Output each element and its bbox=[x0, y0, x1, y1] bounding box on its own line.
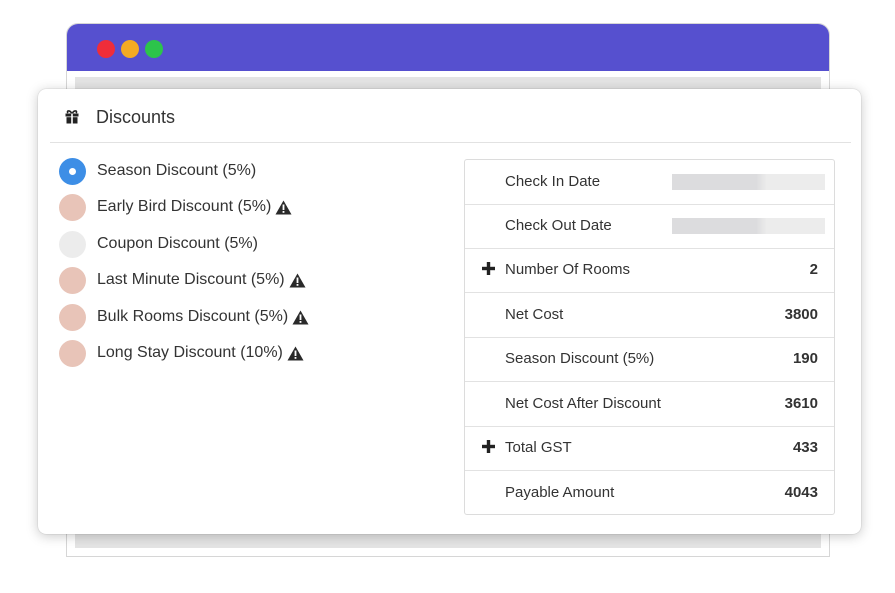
discount-option-bulk-rooms[interactable]: Bulk Rooms Discount (5%) bbox=[59, 303, 309, 331]
summary-value: 3610 bbox=[784, 395, 818, 412]
discount-option-label: Bulk Rooms Discount (5%) bbox=[97, 308, 289, 325]
summary-row-total-gst[interactable]: Total GST 433 bbox=[465, 426, 834, 471]
summary-label: Check Out Date bbox=[505, 217, 612, 234]
summary-label: Number Of Rooms bbox=[505, 261, 631, 278]
gift-icon bbox=[65, 110, 79, 124]
minimize-window-button[interactable] bbox=[121, 40, 139, 58]
warning-icon bbox=[292, 310, 309, 324]
radio-unavailable[interactable] bbox=[59, 339, 86, 367]
summary-row-payable-amount: Payable Amount 4043 bbox=[465, 471, 834, 515]
close-window-button[interactable] bbox=[97, 40, 115, 58]
radio-unavailable[interactable] bbox=[59, 266, 86, 294]
summary-label: Payable Amount bbox=[505, 484, 615, 501]
summary-label: Total GST bbox=[505, 439, 572, 456]
summary-value: 190 bbox=[792, 350, 818, 367]
summary-row-season-discount: Season Discount (5%) 190 bbox=[465, 337, 834, 382]
radio-unavailable[interactable] bbox=[59, 193, 86, 221]
discount-option-label: Early Bird Discount (5%) bbox=[97, 198, 272, 215]
discount-option-early-bird[interactable]: Early Bird Discount (5%) bbox=[59, 193, 292, 221]
summary-label: Net Cost After Discount bbox=[505, 395, 661, 412]
summary-value: 4043 bbox=[784, 484, 818, 501]
discount-option-long-stay[interactable]: Long Stay Discount (10%) bbox=[59, 339, 304, 367]
summary-row-check-in: Check In Date bbox=[465, 160, 834, 205]
discount-option-last-minute[interactable]: Last Minute Discount (5%) bbox=[59, 266, 306, 294]
plus-icon[interactable] bbox=[482, 440, 495, 453]
panel-header: Discounts bbox=[50, 89, 851, 143]
plus-icon[interactable] bbox=[482, 262, 495, 275]
discount-option-label: Coupon Discount (5%) bbox=[97, 235, 258, 252]
summary-value: 433 bbox=[792, 439, 818, 456]
maximize-window-button[interactable] bbox=[145, 40, 163, 58]
discount-option-label: Last Minute Discount (5%) bbox=[97, 271, 285, 288]
summary-label: Net Cost bbox=[505, 306, 564, 323]
warning-icon bbox=[287, 346, 304, 360]
summary-row-number-of-rooms[interactable]: Number Of Rooms 2 bbox=[465, 248, 834, 293]
booking-summary-table: Check In Date Check Out Date Number Of R… bbox=[464, 159, 835, 515]
discount-option-coupon[interactable]: Coupon Discount (5%) bbox=[59, 230, 258, 258]
discounts-panel: Discounts Season Discount (5%) Early Bir… bbox=[38, 89, 861, 534]
warning-icon bbox=[275, 200, 292, 214]
panel-title: Discounts bbox=[96, 107, 176, 127]
summary-value: 3800 bbox=[784, 306, 818, 323]
discount-option-label: Season Discount (5%) bbox=[97, 162, 257, 179]
summary-label: Check In Date bbox=[505, 173, 601, 190]
discount-option-label: Long Stay Discount (10%) bbox=[97, 344, 283, 361]
summary-label: Season Discount (5%) bbox=[505, 350, 655, 367]
radio-available[interactable] bbox=[59, 230, 86, 258]
browser-footer-placeholder bbox=[75, 532, 821, 548]
discount-option-season[interactable]: Season Discount (5%) bbox=[59, 157, 256, 185]
summary-row-check-out: Check Out Date bbox=[465, 204, 834, 249]
radio-selected[interactable] bbox=[59, 157, 86, 185]
warning-icon bbox=[289, 273, 306, 287]
summary-row-net-cost-after-discount: Net Cost After Discount 3610 bbox=[465, 382, 834, 427]
redacted-value bbox=[672, 174, 825, 190]
redacted-value bbox=[672, 218, 825, 234]
summary-row-net-cost: Net Cost 3800 bbox=[465, 293, 834, 338]
radio-unavailable[interactable] bbox=[59, 303, 86, 331]
summary-value: 2 bbox=[809, 261, 818, 278]
browser-titlebar bbox=[67, 24, 829, 71]
